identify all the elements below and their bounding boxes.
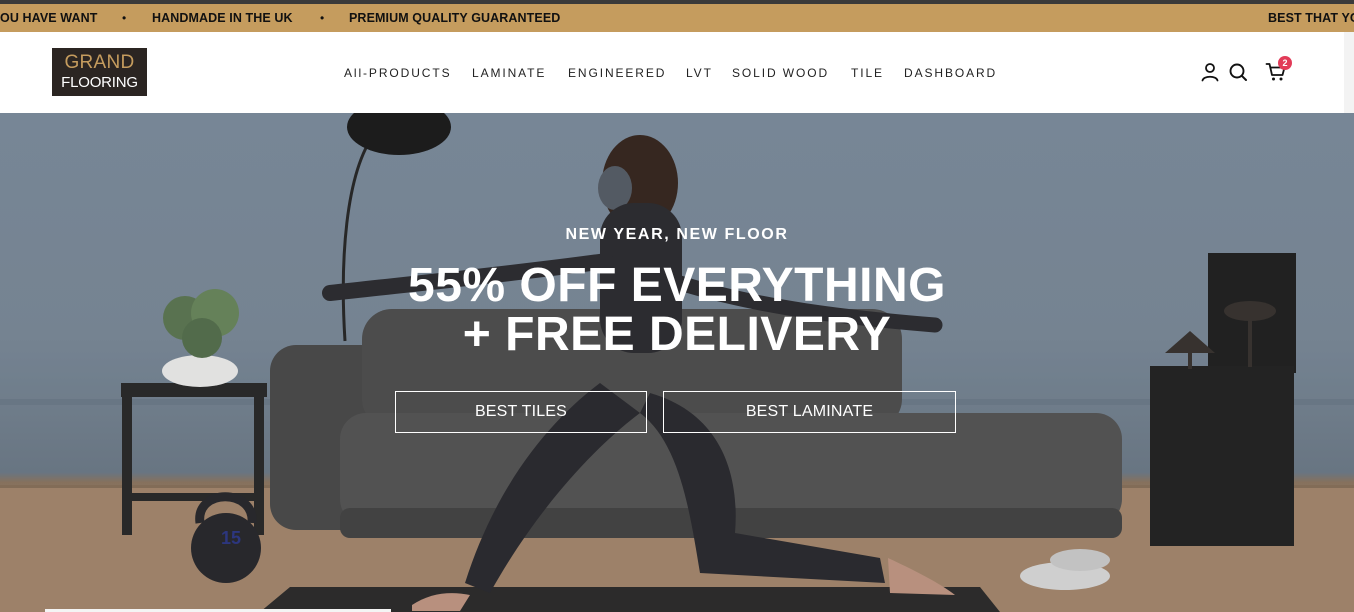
best-laminate-button[interactable]: BEST LAMINATE: [663, 391, 956, 433]
nav-dashboard[interactable]: DASHBOARD: [904, 65, 997, 81]
hero-overlay: [0, 113, 1354, 612]
announcement-message: PREMIUM QUALITY GUARANTEED: [349, 11, 561, 25]
announcement-message: BEST THAT YO: [1268, 11, 1354, 25]
announcement-separator: •: [320, 11, 325, 25]
brand-logo[interactable]: GRAND FLOORING: [52, 48, 147, 96]
brand-logo-line1: GRAND: [64, 52, 135, 73]
nav-tile[interactable]: TILE: [851, 65, 884, 81]
best-tiles-button[interactable]: BEST TILES: [395, 391, 647, 433]
nav-lvt[interactable]: LVT: [686, 65, 713, 81]
nav-all-products[interactable]: All-PRODUCTS: [344, 65, 451, 81]
hero-headline-line2: + FREE DELIVERY: [462, 308, 892, 361]
hero-banner: 15 NEW YEAR, NEW FLOOR 55% OFF EVERYTHIN…: [0, 113, 1354, 612]
announcement-separator: •: [122, 11, 127, 25]
hero-headline-line1: 55% OFF EVERYTHING: [408, 259, 946, 312]
hero-headline: 55% OFF EVERYTHING + FREE DELIVERY: [0, 261, 1354, 359]
cart-count-badge: 2: [1278, 56, 1292, 70]
nav-engineered[interactable]: ENGINEERED: [568, 65, 666, 81]
site-header: GRAND FLOORING All-PRODUCTS LAMINATE ENG…: [0, 32, 1354, 113]
announcement-message: HANDMADE IN THE UK: [152, 11, 293, 25]
nav-laminate[interactable]: LAMINATE: [472, 65, 546, 81]
scrollbar-strip: [1344, 32, 1354, 113]
user-icon[interactable]: [1199, 61, 1221, 83]
nav-solid-wood[interactable]: SOLID WOOD: [732, 65, 829, 81]
hero-eyebrow: NEW YEAR, NEW FLOOR: [565, 226, 789, 243]
brand-logo-line2: FLOORING: [61, 74, 138, 91]
search-icon[interactable]: [1227, 61, 1249, 83]
announcement-bar: OU HAVE WANT • HANDMADE IN THE UK • PREM…: [0, 4, 1354, 32]
announcement-message: OU HAVE WANT: [0, 11, 98, 25]
